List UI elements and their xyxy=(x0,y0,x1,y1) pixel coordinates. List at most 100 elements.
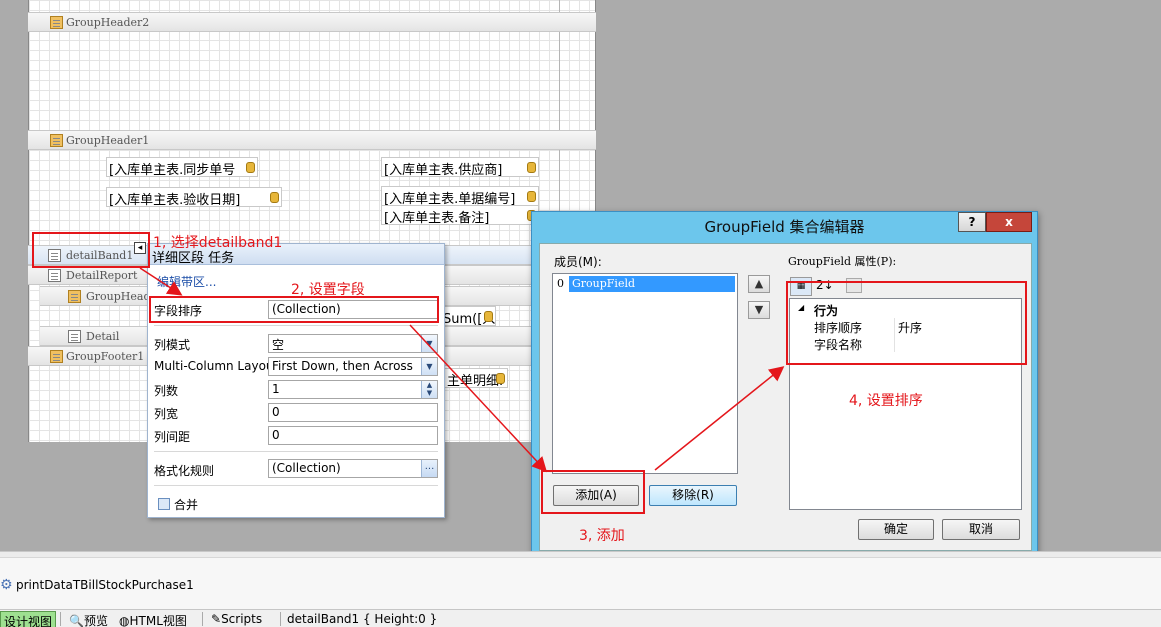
field-text: 主单明细. xyxy=(447,374,504,388)
field-remark[interactable]: [入库单主表.备注] xyxy=(381,205,539,225)
database-icon xyxy=(527,191,536,202)
merge-label: 合并 xyxy=(174,498,199,512)
field-bill-no[interactable]: [入库单主表.单据编号] xyxy=(381,186,539,206)
list-item[interactable]: 0 GroupField xyxy=(555,276,735,292)
close-button[interactable]: x xyxy=(986,212,1032,232)
edit-bands-link[interactable]: 编辑带区... xyxy=(157,273,216,290)
database-icon xyxy=(527,162,536,173)
scripts-icon: ✎ xyxy=(211,612,222,626)
divider xyxy=(154,485,438,486)
format-rules-value: (Collection) xyxy=(272,461,341,475)
column-width-input[interactable]: 0 xyxy=(268,403,438,422)
preview-icon: 🔍 xyxy=(69,614,84,627)
column-spacing-label: 列间距 xyxy=(154,430,191,444)
divider xyxy=(60,612,61,626)
help-button[interactable]: ? xyxy=(958,212,986,232)
tab-design-view[interactable]: 设计视图 xyxy=(0,611,57,627)
tab-label: 预览 xyxy=(83,614,108,627)
column-count-spinner[interactable]: 1 ▲ ▼ xyxy=(268,380,438,399)
database-icon xyxy=(270,192,279,203)
tab-scripts[interactable]: ✎Scripts xyxy=(208,611,265,627)
component-name[interactable]: printDataTBillStockPurchase1 xyxy=(16,578,194,592)
divider xyxy=(154,451,438,452)
group-band-icon xyxy=(68,290,81,303)
group-band-icon xyxy=(50,134,63,147)
move-up-button[interactable]: ▲ xyxy=(748,275,770,293)
column-count-label: 列数 xyxy=(154,384,179,398)
tab-preview[interactable]: 🔍预览 xyxy=(66,611,111,627)
tab-label: Scripts xyxy=(221,612,263,626)
divider xyxy=(280,612,281,626)
column-width-label: 列宽 xyxy=(154,407,179,421)
cancel-button[interactable]: 取消 xyxy=(942,519,1020,540)
members-label: 成员(M): xyxy=(554,255,602,269)
members-list[interactable]: 0 GroupField xyxy=(552,273,738,474)
multi-column-layout-value: First Down, then Across xyxy=(272,359,413,373)
database-icon xyxy=(496,373,505,384)
tab-label: HTML视图 xyxy=(129,614,187,627)
field-sync-no[interactable]: [入库单主表.同步单号 xyxy=(106,157,258,177)
member-name: GroupField xyxy=(569,276,735,292)
column-spacing-value: 0 xyxy=(272,428,280,442)
band-label: GroupHeader1 xyxy=(66,134,150,147)
selection-status: detailBand1 { Height:0 } xyxy=(287,612,438,626)
column-mode-select[interactable]: 空 ▼ xyxy=(268,334,438,353)
ok-button[interactable]: 确定 xyxy=(858,519,934,540)
left-rail xyxy=(0,0,28,442)
html-view-icon: ◍ xyxy=(119,614,130,627)
field-text: [入库单主表.备注] xyxy=(384,211,490,225)
column-spacing-input[interactable]: 0 xyxy=(268,426,438,445)
band-group-header2[interactable]: GroupHeader2 xyxy=(28,12,596,32)
detail-report-icon xyxy=(48,269,61,282)
field-text: [入库单主表.验收日期] xyxy=(109,193,241,207)
column-width-value: 0 xyxy=(272,405,280,419)
annotation-step3: 3, 添加 xyxy=(579,528,625,544)
format-rules-label: 格式化规则 xyxy=(154,464,215,478)
remove-button[interactable]: 移除(R) xyxy=(649,485,737,506)
column-mode-label: 列模式 xyxy=(154,338,191,352)
move-down-button[interactable]: ▼ xyxy=(748,301,770,319)
annotation-step4: 4, 设置排序 xyxy=(849,393,923,409)
chevron-down-icon[interactable]: ▼ xyxy=(421,358,437,375)
chevron-down-icon[interactable]: ▼ xyxy=(421,335,437,352)
column-mode-value: 空 xyxy=(272,338,285,352)
spinner-icon[interactable]: ▲ ▼ xyxy=(421,381,437,398)
annotation-box-step4 xyxy=(786,281,1027,365)
view-tab-bar: 设计视图 🔍预览 ◍HTML视图 ✎Scripts detailBand1 { … xyxy=(0,609,1161,627)
merge-checkbox[interactable] xyxy=(158,498,170,510)
band-group-header1[interactable]: GroupHeader1 xyxy=(28,130,596,150)
annotation-step1: 1, 选择detailband1 xyxy=(153,235,283,251)
annotation-step2: 2, 设置字段 xyxy=(291,282,365,298)
divider xyxy=(202,612,203,626)
ellipsis-button[interactable]: ... xyxy=(421,460,437,477)
band-label: Detail xyxy=(86,330,120,343)
field-sum-partial[interactable]: Sum([入 xyxy=(440,306,496,326)
band-label: DetailReport xyxy=(66,269,138,282)
field-text: [入库单主表.单据编号] xyxy=(384,192,516,206)
field-check-date[interactable]: [入库单主表.验收日期] xyxy=(106,187,282,207)
divider xyxy=(154,325,438,326)
field-supplier[interactable]: [入库单主表.供应商] xyxy=(381,157,539,177)
field-text: [入库单主表.同步单号 xyxy=(109,163,236,177)
field-text: [入库单主表.供应商] xyxy=(384,163,503,177)
database-icon xyxy=(484,311,493,322)
band-label: GroupFooter1 xyxy=(66,350,145,363)
component-tray: ⚙ printDataTBillStockPurchase1 xyxy=(0,557,1161,609)
group-band-icon xyxy=(50,350,63,363)
annotation-box-step1 xyxy=(32,232,150,268)
multi-column-layout-label: Multi-Column Layout xyxy=(154,359,279,373)
member-index: 0 xyxy=(557,277,564,290)
format-rules-field[interactable]: (Collection) ... xyxy=(268,459,438,478)
tab-html-view[interactable]: ◍HTML视图 xyxy=(116,611,190,627)
database-icon xyxy=(246,162,255,173)
gear-icon: ⚙ xyxy=(0,577,13,593)
band-label: GroupHeader2 xyxy=(66,16,150,29)
field-detail-partial[interactable]: 主单明细. xyxy=(444,368,508,388)
annotation-box-step2 xyxy=(149,296,439,323)
group-band-icon xyxy=(50,16,63,29)
column-count-value: 1 xyxy=(272,382,280,396)
multi-column-layout-select[interactable]: First Down, then Across ▼ xyxy=(268,357,438,376)
annotation-box-step3 xyxy=(541,470,645,514)
properties-label: GroupField 属性(P): xyxy=(788,255,897,268)
detail-band-icon xyxy=(68,330,81,343)
